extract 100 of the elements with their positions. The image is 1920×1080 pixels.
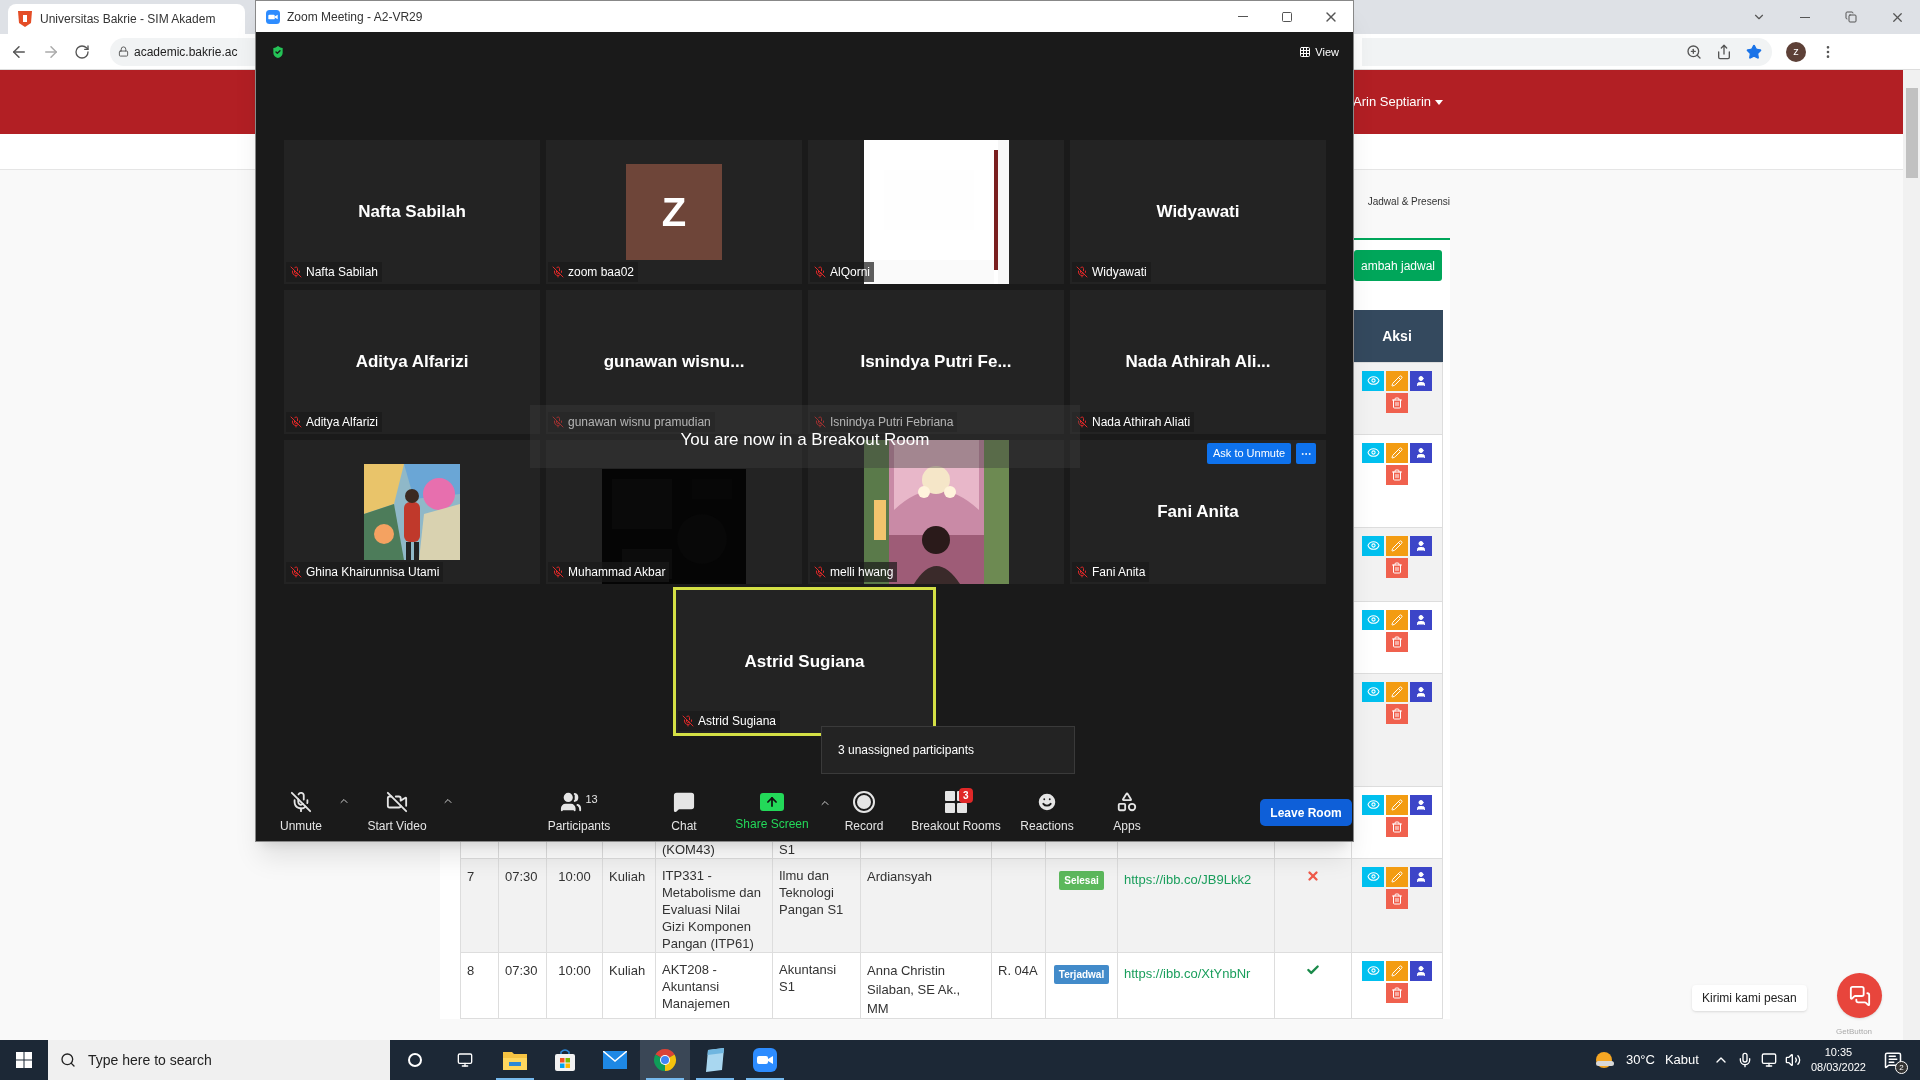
pencil-icon bbox=[1391, 539, 1403, 552]
delete-button[interactable] bbox=[1386, 557, 1408, 578]
view-button[interactable] bbox=[1362, 442, 1384, 463]
maximize-icon bbox=[1281, 10, 1293, 23]
participant-name: Aditya Alfarizi bbox=[355, 351, 469, 374]
eye-icon bbox=[1366, 798, 1380, 811]
window-title: Zoom Meeting - A2-VR29 bbox=[287, 8, 423, 26]
chat-button[interactable] bbox=[1837, 973, 1882, 1018]
pencil-icon bbox=[1391, 870, 1403, 883]
trash-icon bbox=[1391, 820, 1403, 833]
table-cell: 10:00 bbox=[558, 962, 591, 978]
zoom-in-icon[interactable] bbox=[1686, 43, 1702, 60]
notification-badge: 3 bbox=[959, 787, 973, 803]
share-icon[interactable] bbox=[1716, 43, 1732, 60]
notification-button[interactable]: 2 bbox=[1880, 1045, 1906, 1075]
toolbar-button[interactable]: Share Screen bbox=[727, 792, 831, 833]
pencil-icon bbox=[1391, 964, 1403, 977]
delete-button[interactable] bbox=[1386, 816, 1408, 837]
view-button[interactable] bbox=[1362, 535, 1384, 556]
table-cell: Ardiansyah bbox=[867, 868, 933, 884]
toolbar-button[interactable]: Chat bbox=[654, 790, 714, 835]
view-button[interactable] bbox=[1362, 960, 1384, 981]
search-placeholder: Type here to search bbox=[88, 1050, 212, 1070]
user-icon bbox=[1415, 964, 1427, 977]
participant-name: Widyawati bbox=[1156, 201, 1240, 224]
address-bar[interactable]: academic.bakrie.ac bbox=[110, 37, 256, 66]
user-button[interactable] bbox=[1410, 535, 1432, 556]
toolbar-button[interactable]: Reactions bbox=[1012, 790, 1082, 835]
participant-label: AlQorni bbox=[830, 264, 870, 281]
delete-button[interactable] bbox=[1386, 982, 1408, 1003]
eye-icon bbox=[1366, 870, 1380, 883]
table-cell: R. 04A bbox=[998, 962, 1038, 978]
participant-label: gunawan wisnu pramudian bbox=[568, 414, 711, 431]
delete-button[interactable] bbox=[1386, 631, 1408, 652]
user-button[interactable] bbox=[1410, 370, 1432, 391]
trash-icon bbox=[1391, 635, 1403, 648]
link[interactable]: https://ibb.co/XtYnbNr bbox=[1124, 965, 1251, 981]
user-button[interactable] bbox=[1410, 960, 1432, 981]
user-button[interactable] bbox=[1410, 866, 1432, 887]
view-button[interactable] bbox=[1362, 681, 1384, 702]
speaker-icon[interactable] bbox=[1784, 1052, 1801, 1068]
eye-icon bbox=[1366, 613, 1380, 626]
muted-mic-icon bbox=[290, 790, 312, 813]
shopping-bag-icon bbox=[554, 1049, 576, 1071]
more-options-button[interactable] bbox=[1296, 443, 1317, 464]
toolbar-button[interactable]: 3 Breakout Rooms bbox=[901, 790, 1011, 835]
apps-icon bbox=[1116, 790, 1138, 813]
user-menu[interactable]: Arin Septiarin bbox=[1353, 92, 1444, 112]
reload-icon[interactable] bbox=[74, 43, 90, 60]
view-button[interactable]: View bbox=[1299, 43, 1339, 61]
user-icon bbox=[1415, 870, 1427, 883]
widget-credit: GetButton bbox=[1836, 1026, 1873, 1038]
user-icon bbox=[1415, 539, 1427, 552]
profile-avatar[interactable]: z bbox=[1786, 41, 1806, 62]
star-icon[interactable] bbox=[1746, 43, 1762, 60]
status-badge: Selesai bbox=[1059, 870, 1104, 890]
toolbar-button[interactable]: Record bbox=[834, 790, 894, 835]
view-button[interactable] bbox=[1362, 794, 1384, 815]
participant-label: zoom baa02 bbox=[568, 264, 635, 281]
user-button[interactable] bbox=[1410, 609, 1432, 630]
toolbar-button[interactable]: 13 Participants bbox=[534, 790, 624, 835]
ask-to-unmute-button[interactable]: Ask to Unmute bbox=[1207, 443, 1292, 464]
delete-button[interactable] bbox=[1386, 392, 1408, 413]
delete-button[interactable] bbox=[1386, 703, 1408, 724]
view-button[interactable] bbox=[1362, 370, 1384, 391]
trash-icon bbox=[1391, 892, 1403, 905]
user-button[interactable] bbox=[1410, 681, 1432, 702]
search-field[interactable]: Type here to search bbox=[48, 1040, 390, 1080]
notification-icon bbox=[1884, 1051, 1902, 1069]
network-icon[interactable] bbox=[1760, 1052, 1777, 1068]
participants-icon bbox=[560, 790, 583, 813]
trash-icon bbox=[1391, 396, 1403, 409]
toolbar-button[interactable]: Start Video bbox=[354, 790, 454, 835]
minimize-icon bbox=[1238, 16, 1248, 17]
record-icon bbox=[853, 790, 875, 813]
user-button[interactable] bbox=[1410, 442, 1432, 463]
browser-tab[interactable]: Universitas Bakrie - SIM Akadem bbox=[8, 4, 245, 34]
leave-room-button[interactable]: Leave Room bbox=[1260, 799, 1352, 826]
clock-time[interactable]: 10:35 bbox=[1824, 1045, 1853, 1060]
table-cell: 10:00 bbox=[558, 868, 591, 884]
toolbar-button[interactable]: Unmute bbox=[266, 790, 350, 835]
clock-date[interactable]: 08/03/2022 bbox=[1810, 1060, 1866, 1075]
table-cell: 07:30 bbox=[505, 868, 538, 884]
participant-label: Nafta Sabilah bbox=[306, 264, 379, 281]
pencil-icon bbox=[1391, 374, 1403, 387]
user-button[interactable] bbox=[1410, 794, 1432, 815]
minimize-icon bbox=[1800, 16, 1810, 18]
temperature: 30°C bbox=[1625, 1051, 1655, 1070]
trash-icon bbox=[1391, 986, 1403, 999]
pencil-icon bbox=[1391, 798, 1403, 811]
avatar-tile: Z bbox=[626, 164, 722, 260]
delete-button[interactable] bbox=[1386, 464, 1408, 485]
user-icon bbox=[1415, 446, 1427, 459]
breadcrumb: Jadwal & Presensi bbox=[1367, 195, 1450, 209]
view-button[interactable] bbox=[1362, 609, 1384, 630]
delete-button[interactable] bbox=[1386, 888, 1408, 909]
toolbar-button[interactable]: Apps bbox=[1102, 790, 1152, 835]
share-screen-icon bbox=[760, 792, 784, 811]
eye-icon bbox=[1366, 374, 1380, 387]
participant-name: Nada Athirah Ali... bbox=[1125, 351, 1271, 374]
